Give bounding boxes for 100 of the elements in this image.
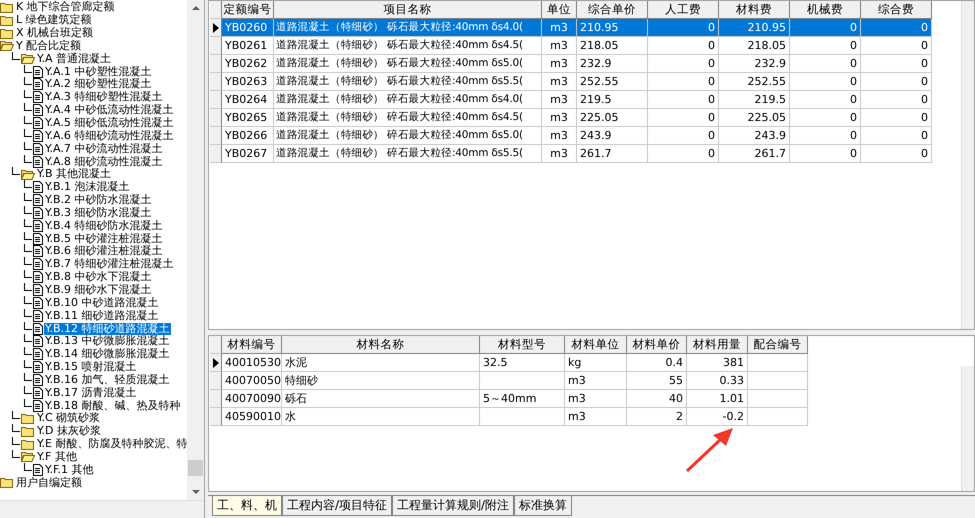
down-arrow-icon[interactable] <box>192 490 200 494</box>
folder-icon[interactable] <box>21 438 35 450</box>
table-cell: 2 <box>627 408 687 426</box>
tree-item[interactable]: Y 配合比定额 <box>15 40 82 52</box>
table-cell: 0 <box>648 19 719 37</box>
open-folder-icon[interactable] <box>21 168 35 180</box>
scrollbar[interactable] <box>961 1 974 329</box>
tree-item[interactable]: Y.A.1 中砂塑性混凝土 <box>44 66 152 78</box>
row-indicator[interactable] <box>210 19 222 37</box>
table-cell: 0 <box>648 73 719 91</box>
row-indicator[interactable] <box>210 354 222 372</box>
table-cell: 0 <box>790 37 861 55</box>
table-cell: 0.4 <box>627 354 687 372</box>
tree-item[interactable]: Y.B.18 耐酸、碱、热及特种 <box>44 400 182 412</box>
tree-item[interactable]: Y.B.1 泡沫混凝土 <box>44 181 131 194</box>
table-cell: 0 <box>790 19 861 37</box>
tree-item[interactable]: Y.E 耐酸、防腐及特种胶泥、特 <box>36 438 187 450</box>
table-cell: 0 <box>790 127 861 145</box>
scrollbar[interactable] <box>961 366 974 491</box>
tree-item[interactable]: Y.A.7 中砂流动性混凝土 <box>44 142 164 155</box>
open-folder-icon[interactable] <box>21 451 35 462</box>
column-header: 材料型号 <box>480 336 565 354</box>
tree-item[interactable]: Y.B.16 加气、轻质混凝土 <box>44 374 171 386</box>
tree-item[interactable]: Y.B.4 特细砂防水混凝土 <box>44 220 164 232</box>
folder-icon[interactable] <box>0 477 14 488</box>
tree-item[interactable]: Y.F.1 其他 <box>44 464 95 476</box>
tree-item[interactable]: L 绿色建筑定额 <box>15 14 93 26</box>
tree-item[interactable]: Y.B.12 特细砂道路混凝土 <box>44 322 171 335</box>
table-cell: 252.55 <box>577 73 648 91</box>
table-cell: 0 <box>861 55 932 73</box>
tree-item[interactable]: Y.A.4 中砂低流动性混凝土 <box>44 104 174 116</box>
column-header: 机械费 <box>790 1 861 19</box>
tree-item[interactable]: 用户自编定额 <box>15 476 83 489</box>
open-folder-icon[interactable] <box>21 53 35 64</box>
tree-item[interactable]: Y.A.6 特细砂流动性混凝土 <box>44 130 174 142</box>
header-corner <box>210 336 222 354</box>
table-cell: 210.95 <box>577 19 648 37</box>
up-arrow-icon[interactable] <box>192 6 200 10</box>
tree-item[interactable]: Y.A 普通混凝土 <box>36 52 112 65</box>
tree-item[interactable]: Y.B.15 喷射混凝土 <box>44 361 138 374</box>
table-cell: 0 <box>861 145 932 163</box>
tree-item[interactable]: Y.A.8 细砂流动性混凝土 <box>44 156 164 168</box>
tree-item[interactable]: Y.B.13 中砂微膨胀混凝土 <box>44 335 171 348</box>
tree-item[interactable]: Y.B.10 中砂道路混凝土 <box>44 296 160 309</box>
folder-icon[interactable] <box>0 14 14 26</box>
tree-item[interactable]: Y.B.5 中砂灌注桩混凝土 <box>44 232 164 245</box>
open-folder-icon[interactable] <box>0 40 14 52</box>
tree-item[interactable]: Y.B.6 细砂灌注桩混凝土 <box>44 245 164 258</box>
tree-item[interactable]: Y.B.11 细砂道路混凝土 <box>44 310 160 322</box>
table-cell: m3 <box>542 145 577 163</box>
table-cell: 32.5 <box>480 354 565 372</box>
tree-item[interactable]: Y.B.14 细砂微膨胀混凝土 <box>44 348 171 360</box>
table-cell: 0 <box>861 91 932 109</box>
tree-item[interactable]: Y.B.7 特细砂灌注桩混凝土 <box>44 258 175 270</box>
table-cell: 218.05 <box>577 37 648 55</box>
column-header: 综合费 <box>861 1 932 19</box>
tree-item[interactable]: Y.F 其他 <box>36 450 78 463</box>
horizontal-scrollbar[interactable] <box>0 500 204 518</box>
table-cell: m3 <box>542 37 577 55</box>
table-cell: 40070090 <box>222 390 282 408</box>
folder-icon[interactable] <box>0 28 14 39</box>
folder-icon[interactable] <box>0 2 14 13</box>
tab[interactable]: 工程量计算规则/附注 <box>392 496 514 516</box>
tab[interactable]: 标准换算 <box>514 496 572 516</box>
tree-item[interactable]: Y.B.2 中砂防水混凝土 <box>44 194 153 206</box>
table-cell: m3 <box>565 390 627 408</box>
tab[interactable]: 工、料、机 <box>212 496 282 516</box>
table-cell: 40010530 <box>222 354 282 372</box>
tree-item[interactable]: Y.B.9 细砂水下混凝土 <box>44 284 153 296</box>
folder-icon[interactable] <box>21 412 35 424</box>
tree-item[interactable]: Y.A.2 细砂塑性混凝土 <box>44 78 152 90</box>
tree-item[interactable]: Y.B.17 沥青混凝土 <box>44 386 138 399</box>
tree-item[interactable]: Y.A.5 细砂低流动性混凝土 <box>44 117 174 130</box>
tree-item[interactable]: Y.B.3 细砂防水混凝土 <box>44 206 153 219</box>
tree-item[interactable]: Y.D 抹灰砂浆 <box>36 425 102 438</box>
table-cell: 55 <box>627 372 687 390</box>
table-cell: 水泥 <box>282 354 480 372</box>
table-cell: 道路混凝土（特细砂） 砾石最大粒径:40mm δs4.5( <box>274 37 542 55</box>
table-cell: m3 <box>542 127 577 145</box>
tab[interactable]: 工程内容/项目特征 <box>282 496 392 516</box>
column-header: 单位 <box>542 1 577 19</box>
annotation-arrow <box>685 427 735 473</box>
table-cell: 道路混凝土（特细砂） 碎石最大粒径:40mm δs4.5( <box>274 109 542 127</box>
tree-item[interactable]: K 地下综合管廊定额 <box>15 1 116 14</box>
table-cell: m3 <box>565 408 627 426</box>
tree-item[interactable]: Y.C 砌筑砂浆 <box>36 412 102 424</box>
tree-item[interactable]: Y.A.3 特细砂塑性混凝土 <box>44 91 164 104</box>
column-header: 材料名称 <box>282 336 480 354</box>
quota-code-cell: YB0261 <box>222 37 274 55</box>
tree-item[interactable]: Y.B 其他混凝土 <box>36 168 112 180</box>
tree-item[interactable]: X 机械台班定额 <box>15 27 94 40</box>
table-cell: 道路混凝土（特细砂） 碎石最大粒径:40mm δs5.5( <box>274 145 542 163</box>
table-cell: 0 <box>861 37 932 55</box>
table-cell: m3 <box>542 55 577 73</box>
scrollbar-thumb[interactable] <box>188 460 203 476</box>
folder-icon[interactable] <box>21 426 35 437</box>
table-cell: 40590010 <box>222 408 282 426</box>
column-header: 综合单价 <box>577 1 648 19</box>
tree-item[interactable]: Y.B.8 中砂水下混凝土 <box>44 271 153 284</box>
scrollbar[interactable] <box>187 0 204 500</box>
